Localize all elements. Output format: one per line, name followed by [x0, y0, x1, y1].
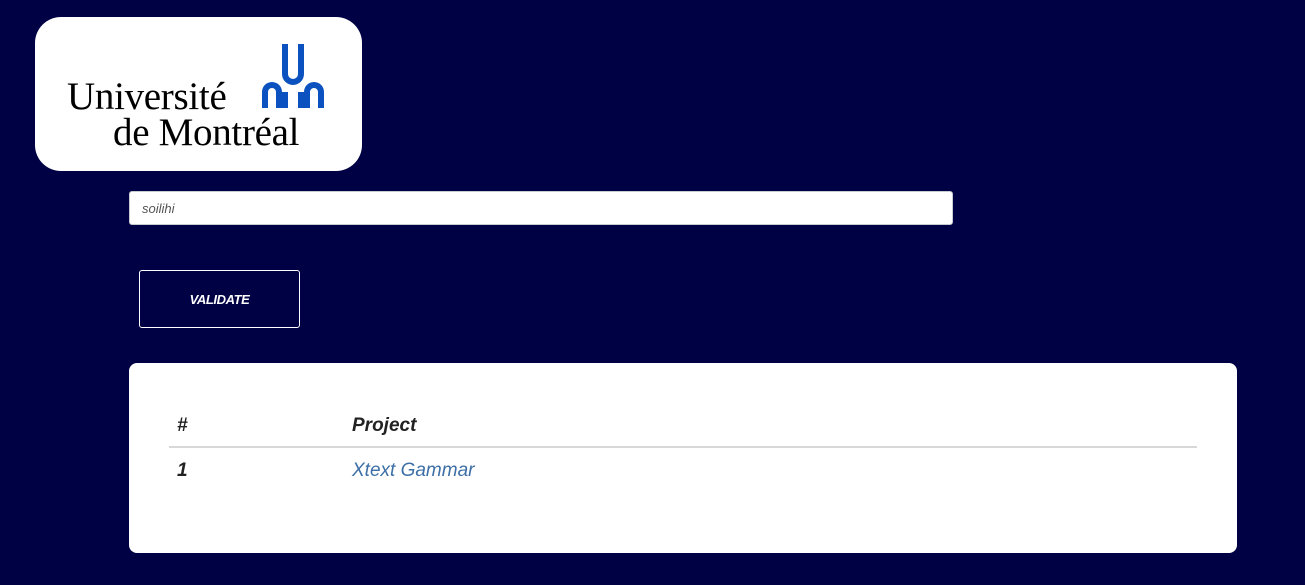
validate-button[interactable]: VALIDATE: [139, 270, 300, 328]
results-card: # Project 1 Xtext Gammar: [129, 363, 1237, 553]
column-header-project: Project: [344, 406, 1197, 448]
university-logo: Université de Montréal: [35, 17, 362, 171]
row-number: 1: [177, 460, 188, 481]
table-row: 1 Xtext Gammar: [169, 447, 1197, 494]
table-header-row: # Project: [169, 406, 1197, 448]
row-project-cell: Xtext Gammar: [344, 447, 1197, 494]
column-header-number: #: [169, 406, 344, 448]
logo-text-line2: de Montréal: [113, 111, 300, 154]
search-input[interactable]: [129, 191, 953, 225]
projects-table: # Project 1 Xtext Gammar: [169, 406, 1197, 494]
project-link[interactable]: Xtext Gammar: [352, 460, 474, 481]
udem-logo-mark-icon: [262, 44, 324, 108]
